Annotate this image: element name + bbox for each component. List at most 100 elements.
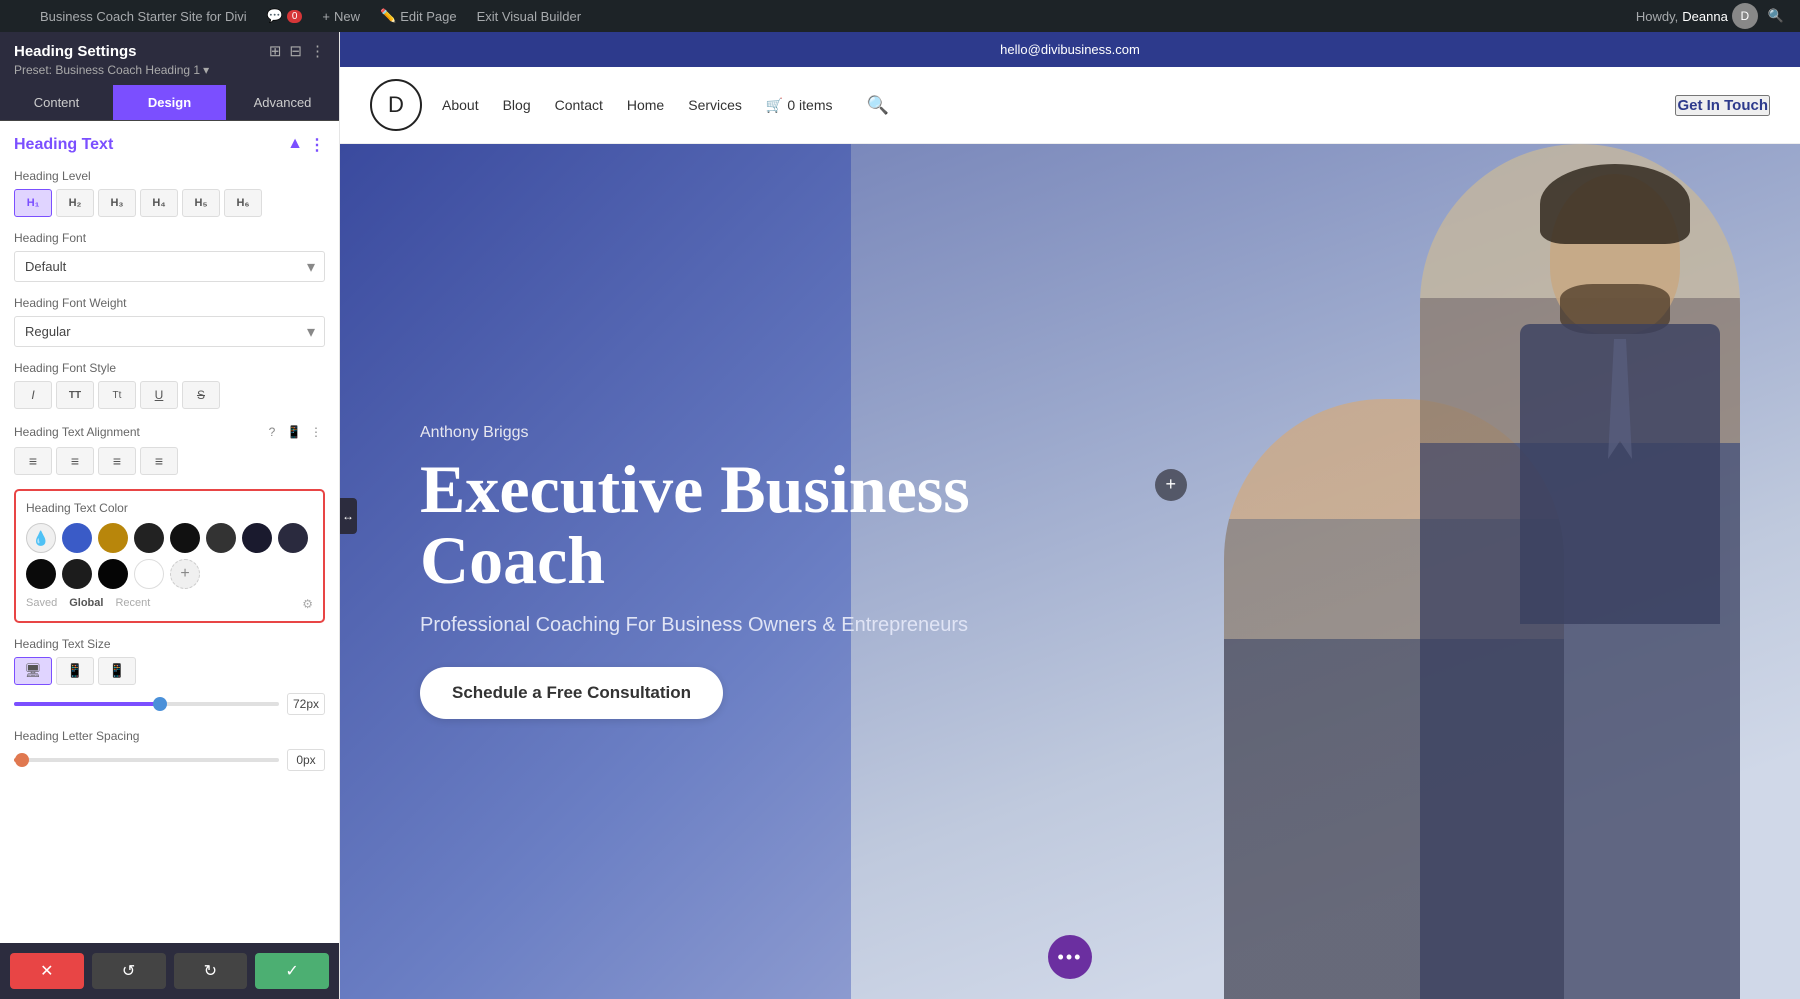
nav-blog[interactable]: Blog <box>503 97 531 113</box>
h4-button[interactable]: H₄ <box>140 189 178 217</box>
save-button[interactable]: ✓ <box>255 953 329 989</box>
resize-handle[interactable]: ↔ <box>340 498 357 534</box>
size-tablet-icon[interactable]: 📱 <box>56 657 94 685</box>
align-help-icon[interactable]: ? <box>263 423 281 441</box>
color-tab-saved[interactable]: Saved <box>26 597 57 611</box>
align-responsive-icon[interactable]: 📱 <box>285 423 303 441</box>
site-name-item[interactable]: Business Coach Starter Site for Divi <box>30 0 257 32</box>
site-topbar: hello@divibusiness.com <box>340 32 1800 67</box>
redo-button[interactable]: ↻ <box>174 953 248 989</box>
exit-builder-label: Exit Visual Builder <box>477 9 582 24</box>
site-hero: Anthony Briggs Executive Business Coach … <box>340 144 1800 999</box>
hero-plus-button[interactable]: + <box>1155 469 1187 501</box>
color-swatch-dark5[interactable] <box>278 523 308 553</box>
exit-builder-item[interactable]: Exit Visual Builder <box>467 0 592 32</box>
wp-logo-item[interactable] <box>10 0 30 32</box>
h6-button[interactable]: H₆ <box>224 189 262 217</box>
letter-spacing-slider-thumb[interactable] <box>15 753 29 767</box>
panel-split-icon[interactable]: ⊟ <box>289 42 302 60</box>
tab-advanced[interactable]: Advanced <box>226 85 339 120</box>
color-swatch-dark3[interactable] <box>206 523 236 553</box>
heading-letter-spacing-label: Heading Letter Spacing <box>14 729 325 743</box>
color-swatch-dark4[interactable] <box>242 523 272 553</box>
hero-cta-button[interactable]: Schedule a Free Consultation <box>420 667 723 719</box>
panel-more-icon[interactable]: ⋮ <box>310 42 325 60</box>
username-text[interactable]: Deanna <box>1682 9 1728 24</box>
align-justify-button[interactable]: ≡ <box>140 447 178 475</box>
color-swatch-black1[interactable] <box>26 559 56 589</box>
tab-content[interactable]: Content <box>0 85 113 120</box>
color-swatch-white[interactable] <box>134 559 164 589</box>
h5-button[interactable]: H₅ <box>182 189 220 217</box>
size-desktop-icon[interactable]: 🖥 <box>14 657 52 685</box>
hero-title: Executive Business Coach <box>420 454 1020 597</box>
h3-button[interactable]: H₃ <box>98 189 136 217</box>
panel-responsive-icon[interactable]: ⊞ <box>269 42 282 60</box>
align-more-icon[interactable]: ⋮ <box>307 423 325 441</box>
tab-design[interactable]: Design <box>113 85 226 120</box>
hero-description: Professional Coaching For Business Owner… <box>420 614 1020 637</box>
style-capitalize-button[interactable]: Tt <box>98 381 136 409</box>
comment-count: 0 <box>287 10 303 23</box>
h2-button[interactable]: H₂ <box>56 189 94 217</box>
site-cta-button[interactable]: Get In Touch <box>1675 95 1770 116</box>
floating-dots-button[interactable]: ••• <box>1048 935 1092 979</box>
section-collapse-icon[interactable]: ▲ <box>287 135 303 155</box>
color-swatch-blue[interactable] <box>62 523 92 553</box>
section-heading-text: Heading Text ▲ ⋮ <box>14 135 325 155</box>
heading-font-weight-select[interactable]: Regular <box>14 316 325 347</box>
nav-search-icon[interactable]: 🔍 <box>866 95 888 116</box>
eyedropper-swatch[interactable]: 💧 <box>26 523 56 553</box>
main-wrapper: Heading Settings ⊞ ⊟ ⋮ Preset: Business … <box>0 32 1800 999</box>
heading-text-size-label: Heading Text Size <box>14 637 325 651</box>
nav-contact[interactable]: Contact <box>555 97 603 113</box>
text-size-slider-thumb[interactable] <box>153 697 167 711</box>
cancel-button[interactable]: ✕ <box>10 953 84 989</box>
size-mobile-icon[interactable]: 📱 <box>98 657 136 685</box>
nav-about[interactable]: About <box>442 97 479 113</box>
style-strikethrough-button[interactable]: S <box>182 381 220 409</box>
topbar-email[interactable]: hello@divibusiness.com <box>1000 42 1140 57</box>
color-swatch-black2[interactable] <box>62 559 92 589</box>
edit-page-item[interactable]: ✏️ Edit Page <box>370 0 467 32</box>
color-swatch-black3[interactable] <box>98 559 128 589</box>
style-underline-button[interactable]: U <box>140 381 178 409</box>
color-swatch-add[interactable]: + <box>170 559 200 589</box>
admin-search-icon[interactable]: 🔍 <box>1762 8 1790 24</box>
style-uppercase-button[interactable]: TT <box>56 381 94 409</box>
letter-spacing-slider-track[interactable] <box>14 758 279 762</box>
comments-item[interactable]: 💬 0 <box>257 0 313 32</box>
align-left-button[interactable]: ≡ <box>14 447 52 475</box>
nav-services[interactable]: Services <box>688 97 742 113</box>
color-tab-recent[interactable]: Recent <box>115 597 150 611</box>
panel-header-icons: ⊞ ⊟ ⋮ <box>269 42 325 60</box>
nav-home[interactable]: Home <box>627 97 664 113</box>
heading-level-row: Heading Level H₁ H₂ H₃ H₄ H₅ H₆ <box>14 169 325 217</box>
color-swatch-dark1[interactable] <box>134 523 164 553</box>
comment-bubble-icon: 💬 <box>267 8 283 24</box>
new-post-item[interactable]: + New <box>312 0 370 32</box>
avatar[interactable]: D <box>1732 3 1758 29</box>
section-more-icon[interactable]: ⋮ <box>309 135 325 155</box>
panel-preset[interactable]: Preset: Business Coach Heading 1 ▾ <box>14 63 325 77</box>
h1-button[interactable]: H₁ <box>14 189 52 217</box>
heading-font-label: Heading Font <box>14 231 325 245</box>
color-settings-icon[interactable]: ⚙ <box>302 597 313 611</box>
section-title-label: Heading Text <box>14 136 113 154</box>
color-tab-global[interactable]: Global <box>69 597 103 611</box>
right-panel: ↔ hello@divibusiness.com D About Blog Co… <box>340 32 1800 999</box>
color-swatch-dark2[interactable] <box>170 523 200 553</box>
undo-button[interactable]: ↺ <box>92 953 166 989</box>
style-italic-button[interactable]: I <box>14 381 52 409</box>
text-size-value[interactable]: 72px <box>287 693 325 715</box>
align-right-button[interactable]: ≡ <box>98 447 136 475</box>
align-center-button[interactable]: ≡ <box>56 447 94 475</box>
letter-spacing-value[interactable]: 0px <box>287 749 325 771</box>
site-nav: About Blog Contact Home Services 🛒 0 ite… <box>442 95 889 116</box>
color-swatch-gold[interactable] <box>98 523 128 553</box>
style-buttons: I TT Tt U S <box>14 381 325 409</box>
heading-font-select[interactable]: Default <box>14 251 325 282</box>
text-size-slider-track[interactable] <box>14 702 279 706</box>
site-logo[interactable]: D <box>370 79 422 131</box>
nav-cart[interactable]: 🛒 0 items <box>766 97 833 114</box>
